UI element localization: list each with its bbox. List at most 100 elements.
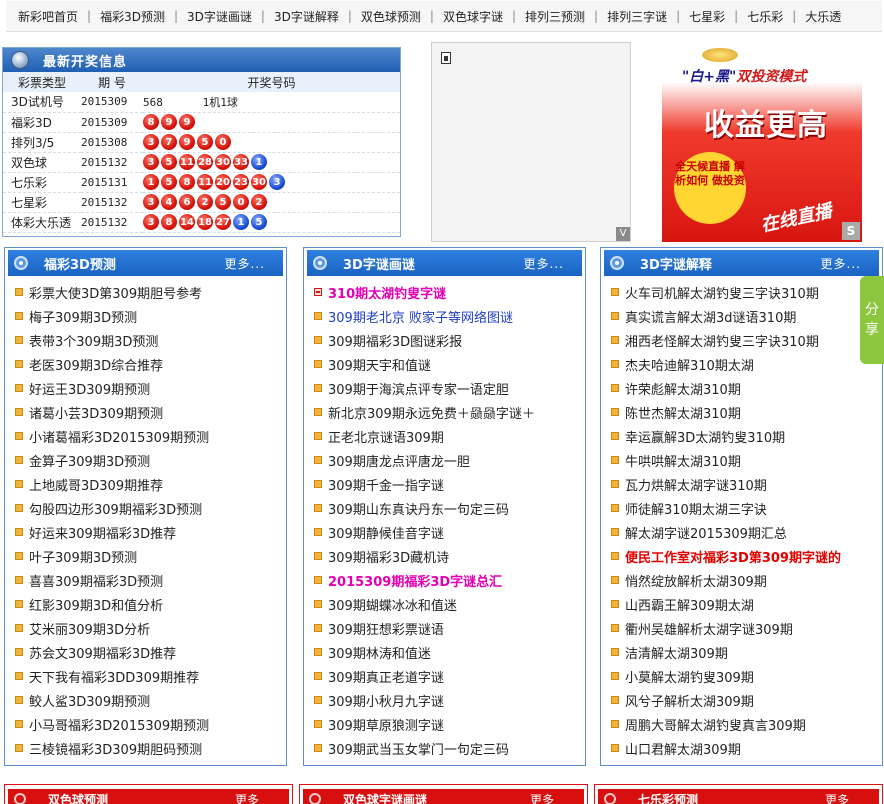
article-link[interactable]: 小马哥福彩3D2015309期预测 (29, 715, 209, 734)
article-link[interactable]: 309期林涛和值迷 (328, 643, 431, 662)
list-item[interactable]: 牛哄哄解太湖310期 (611, 448, 882, 472)
nav-link[interactable]: 排列三预测 (525, 8, 585, 25)
nav-link[interactable]: 福彩3D预测 (100, 8, 165, 25)
list-item[interactable]: 小莫解太湖钓叟309期 (611, 664, 882, 688)
article-link[interactable]: 309期小秋月九字谜 (328, 691, 444, 710)
article-link[interactable]: 老医309期3D综合推荐 (29, 355, 163, 374)
article-link[interactable]: 表带3个309期3D预测 (29, 331, 158, 350)
article-link[interactable]: 洁清解太湖309期 (625, 643, 728, 662)
list-item[interactable]: 310期太湖钓叟字谜 (314, 280, 585, 304)
list-item[interactable]: 衢州吴雄解析太湖字谜309期 (611, 616, 882, 640)
more-link[interactable]: 更多... (524, 255, 564, 272)
article-link[interactable]: 艾米丽309期3D分析 (29, 619, 150, 638)
article-link[interactable]: 山口君解太湖309期 (625, 739, 741, 758)
list-item[interactable]: 艾米丽309期3D分析 (15, 616, 286, 640)
list-item[interactable]: 309期小秋月九字谜 (314, 688, 585, 712)
article-link[interactable]: 悄然绽放解析太湖309期 (625, 571, 767, 590)
more-link[interactable]: 更多 (825, 791, 849, 804)
list-item[interactable]: 天下我有福彩3DD309期推荐 (15, 664, 286, 688)
article-link[interactable]: 师徒解310期太湖三字诀 (625, 499, 767, 518)
article-link[interactable]: 勾股四边形309期福彩3D预测 (29, 499, 202, 518)
article-link[interactable]: 陈世杰解太湖310期 (625, 403, 741, 422)
list-item[interactable]: 老医309期3D综合推荐 (15, 352, 286, 376)
nav-link[interactable]: 3D字谜解释 (274, 8, 339, 25)
ad-banner[interactable]: "白+黑"双投资模式 收益更高 全天候直播 解析如何 做投资 在线直播 S (662, 42, 862, 242)
article-link[interactable]: 309期于海滨点评专家一语定胆 (328, 379, 509, 398)
article-link[interactable]: 310期太湖钓叟字谜 (328, 283, 446, 302)
article-link[interactable]: 风兮子解析太湖309期 (625, 691, 754, 710)
list-item[interactable]: 山口君解太湖309期 (611, 736, 882, 760)
more-link[interactable]: 更多... (225, 255, 265, 272)
article-link[interactable]: 新北京309期永远免费＋赑赑字谜＋ (328, 403, 535, 422)
nav-link[interactable]: 双色球预测 (361, 8, 421, 25)
list-item[interactable]: 小马哥福彩3D2015309期预测 (15, 712, 286, 736)
article-link[interactable]: 杰夫哈迪解310期太湖 (625, 355, 754, 374)
article-link[interactable]: 好运来309期福彩3D推荐 (29, 523, 176, 542)
list-item[interactable]: 309期狂想彩票谜语 (314, 616, 585, 640)
article-link[interactable]: 红影309期3D和值分析 (29, 595, 163, 614)
list-item[interactable]: 309期福彩3D图谜彩报 (314, 328, 585, 352)
list-item[interactable]: 309期真正老道字谜 (314, 664, 585, 688)
nav-link[interactable]: 七乐彩 (747, 8, 783, 25)
share-button[interactable]: 分 享 (860, 276, 884, 364)
list-item[interactable]: 鲛人鲨3D309期预测 (15, 688, 286, 712)
list-item[interactable]: 2015309期福彩3D字谜总汇 (314, 568, 585, 592)
list-item[interactable]: 309期山东真诀丹东一句定三码 (314, 496, 585, 520)
more-link[interactable]: 更多 (530, 791, 554, 804)
list-item[interactable]: 叶子309期3D预测 (15, 544, 286, 568)
list-item[interactable]: 周鹏大哥解太湖钓叟真言309期 (611, 712, 882, 736)
list-item[interactable]: 309期老北京 败家子等网络图谜 (314, 304, 585, 328)
list-item[interactable]: 勾股四边形309期福彩3D预测 (15, 496, 286, 520)
list-item[interactable]: 杰夫哈迪解310期太湖 (611, 352, 882, 376)
article-link[interactable]: 309期天宇和值谜 (328, 355, 431, 374)
list-item[interactable]: 309期武当玉女掌门一句定三码 (314, 736, 585, 760)
article-link[interactable]: 天下我有福彩3DD309期推荐 (29, 667, 199, 686)
article-link[interactable]: 周鹏大哥解太湖钓叟真言309期 (625, 715, 806, 734)
list-item[interactable]: 309期唐龙点评唐龙一胆 (314, 448, 585, 472)
article-link[interactable]: 309期狂想彩票谜语 (328, 619, 444, 638)
article-link[interactable]: 真实谎言解太湖3d谜语310期 (625, 307, 796, 326)
article-link[interactable]: 衢州吴雄解析太湖字谜309期 (625, 619, 793, 638)
article-link[interactable]: 便民工作室对福彩3D第309期字谜的 (625, 547, 841, 566)
list-item[interactable]: 山西霸王解309期太湖 (611, 592, 882, 616)
article-link[interactable]: 309期蝴蝶冰冰和值迷 (328, 595, 457, 614)
article-link[interactable]: 三棱镜福彩3D309期胆码预测 (29, 739, 202, 758)
article-link[interactable]: 解太湖字谜2015309期汇总 (625, 523, 787, 542)
list-item[interactable]: 好运来309期福彩3D推荐 (15, 520, 286, 544)
list-item[interactable]: 表带3个309期3D预测 (15, 328, 286, 352)
article-link[interactable]: 309期福彩3D图谜彩报 (328, 331, 462, 350)
article-link[interactable]: 309期静候佳音字谜 (328, 523, 444, 542)
list-item[interactable]: 湘西老怪解太湖钓叟三字诀310期 (611, 328, 882, 352)
list-item[interactable]: 正老北京谜语309期 (314, 424, 585, 448)
article-link[interactable]: 湘西老怪解太湖钓叟三字诀310期 (625, 331, 819, 350)
article-link[interactable]: 309期武当玉女掌门一句定三码 (328, 739, 509, 758)
list-item[interactable]: 火车司机解太湖钓叟三字诀310期 (611, 280, 882, 304)
article-link[interactable]: 喜喜309期福彩3D预测 (29, 571, 163, 590)
article-link[interactable]: 309期福彩3D藏机诗 (328, 547, 449, 566)
list-item[interactable]: 瓦力烘解太湖字谜310期 (611, 472, 882, 496)
list-item[interactable]: 便民工作室对福彩3D第309期字谜的 (611, 544, 882, 568)
list-item[interactable]: 悄然绽放解析太湖309期 (611, 568, 882, 592)
article-link[interactable]: 好运王3D309期预测 (29, 379, 150, 398)
list-item[interactable]: 金算子309期3D预测 (15, 448, 286, 472)
list-item[interactable]: 梅子309期3D预测 (15, 304, 286, 328)
article-link[interactable]: 苏会文309期福彩3D推荐 (29, 643, 176, 662)
more-link[interactable]: 更多 (235, 791, 259, 804)
list-item[interactable]: 309期于海滨点评专家一语定胆 (314, 376, 585, 400)
article-link[interactable]: 小诸葛福彩3D2015309期预测 (29, 427, 209, 446)
list-item[interactable]: 师徒解310期太湖三字诀 (611, 496, 882, 520)
list-item[interactable]: 309期福彩3D藏机诗 (314, 544, 585, 568)
article-link[interactable]: 金算子309期3D预测 (29, 451, 150, 470)
article-link[interactable]: 309期千金一指字谜 (328, 475, 444, 494)
article-link[interactable]: 幸运赢解3D太湖钓叟310期 (625, 427, 785, 446)
nav-link[interactable]: 排列三字谜 (607, 8, 667, 25)
list-item[interactable]: 309期蝴蝶冰冰和值迷 (314, 592, 585, 616)
list-item[interactable]: 309期林涛和值迷 (314, 640, 585, 664)
list-item[interactable]: 309期静候佳音字谜 (314, 520, 585, 544)
list-item[interactable]: 小诸葛福彩3D2015309期预测 (15, 424, 286, 448)
article-link[interactable]: 叶子309期3D预测 (29, 547, 137, 566)
list-item[interactable]: 喜喜309期福彩3D预测 (15, 568, 286, 592)
list-item[interactable]: 好运王3D309期预测 (15, 376, 286, 400)
list-item[interactable]: 诸葛小芸3D309期预测 (15, 400, 286, 424)
article-link[interactable]: 2015309期福彩3D字谜总汇 (328, 571, 502, 590)
